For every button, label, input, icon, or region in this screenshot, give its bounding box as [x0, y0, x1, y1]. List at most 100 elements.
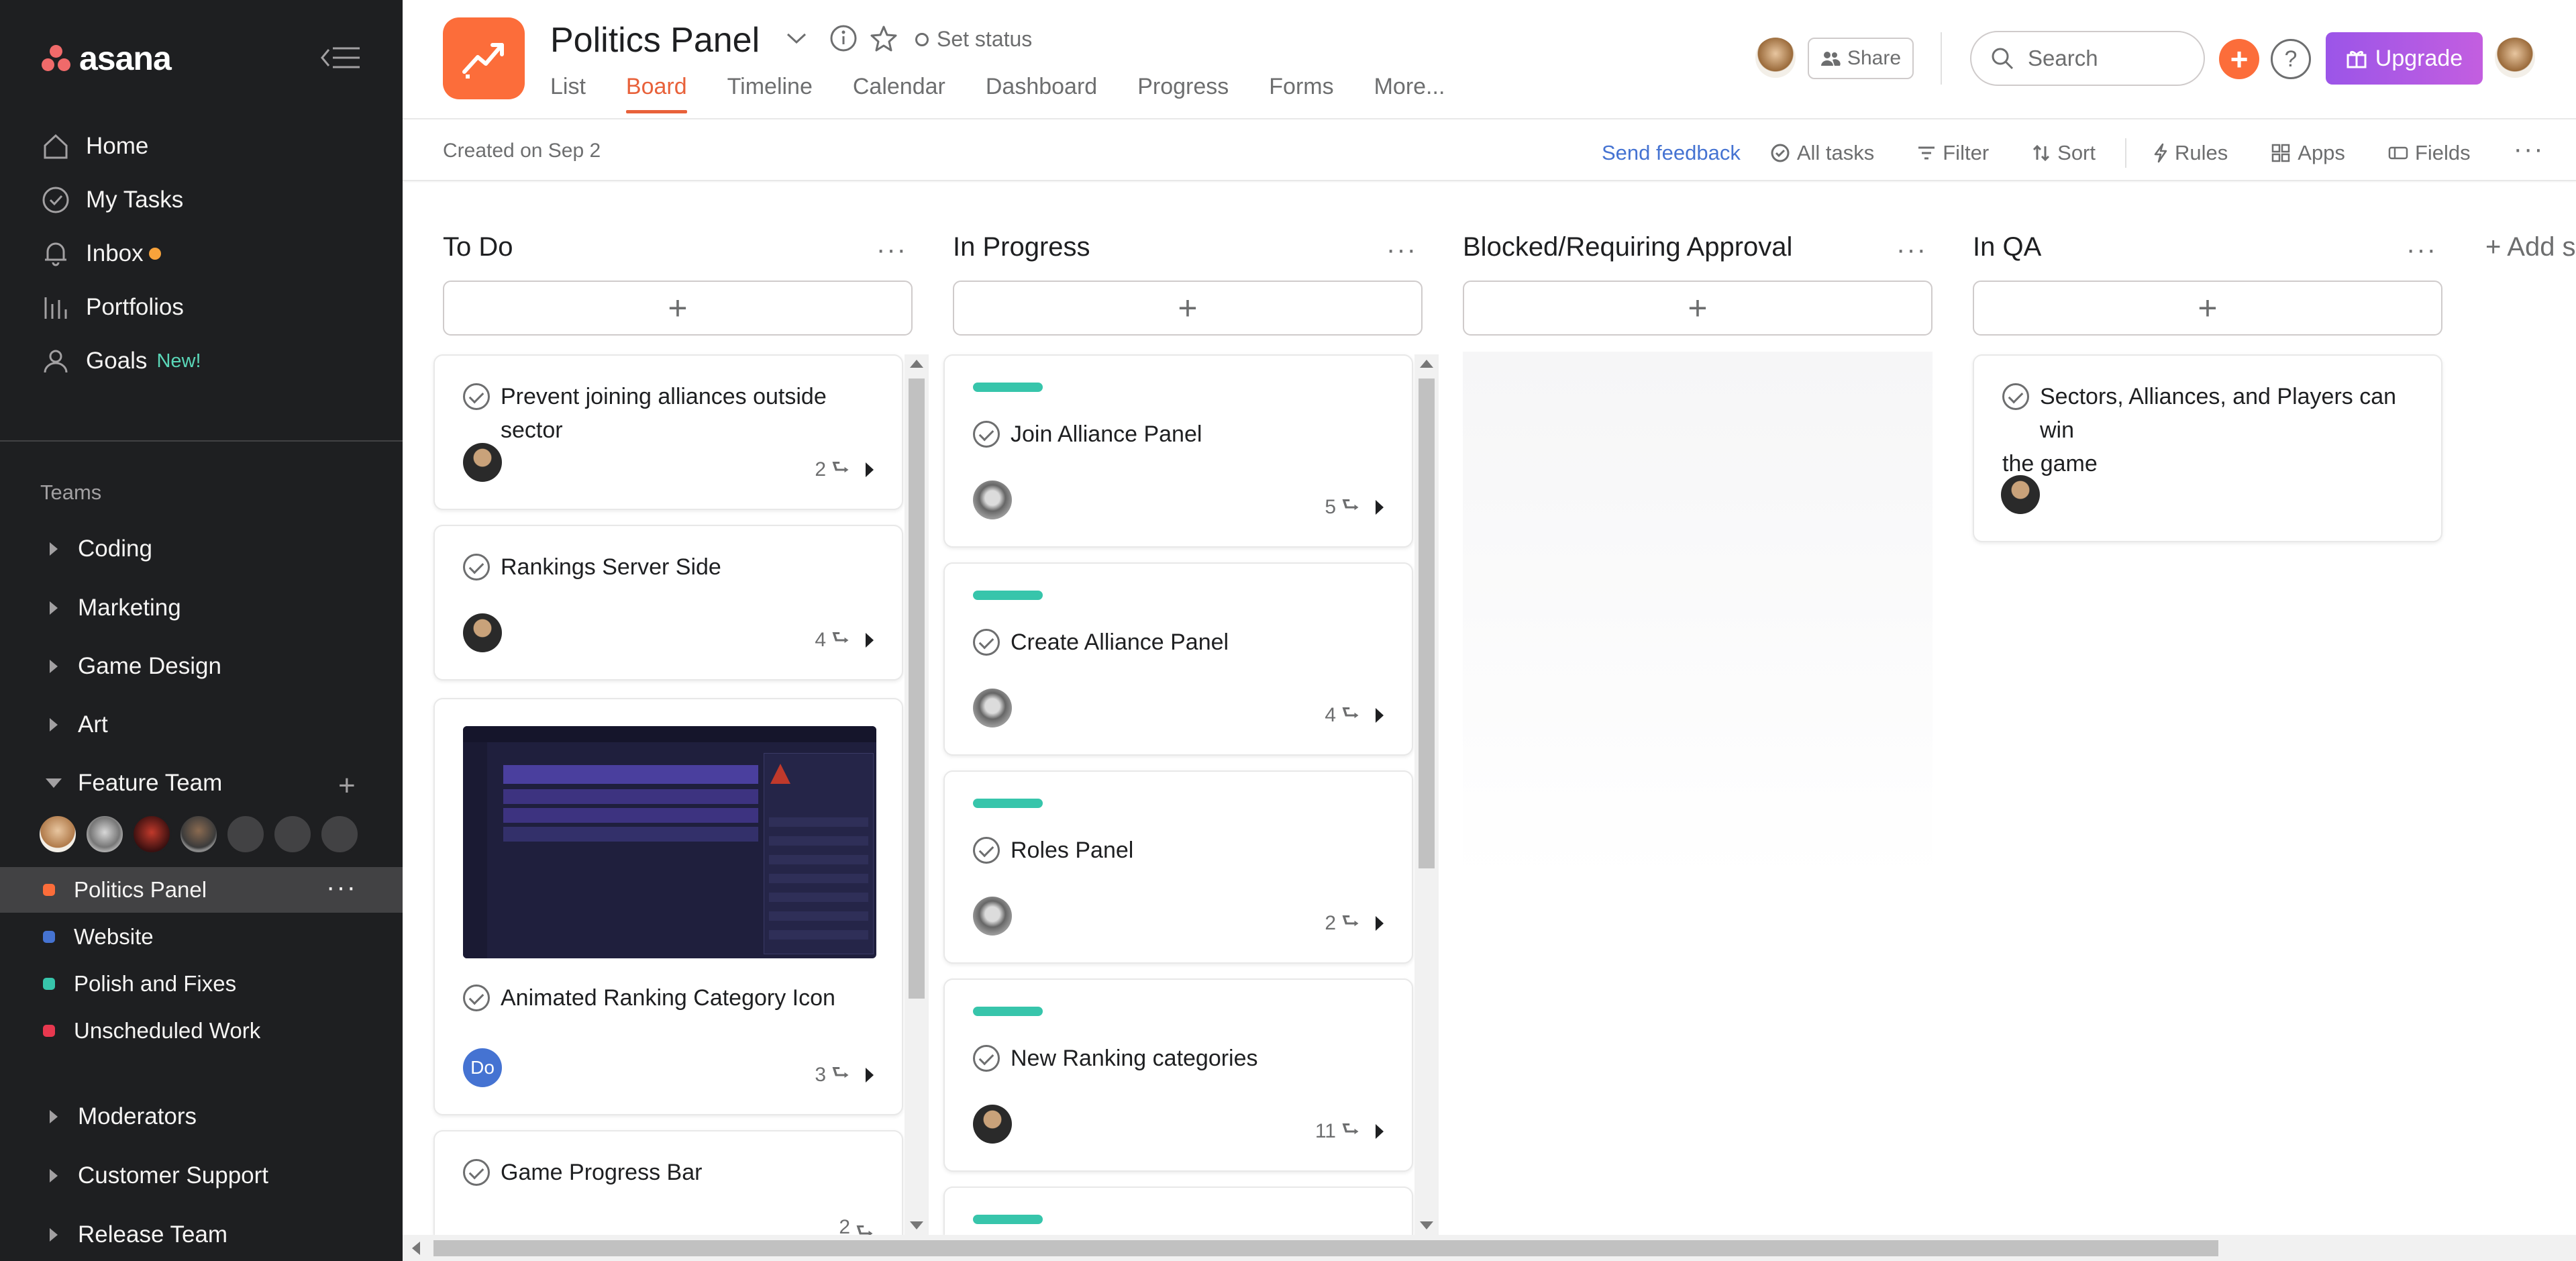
complete-check-icon[interactable] — [973, 837, 1000, 864]
project-politics-panel[interactable]: Politics Panel ··· — [0, 867, 403, 913]
project-title[interactable]: Politics Panel — [550, 20, 760, 60]
column-title[interactable]: Blocked/Requiring Approval — [1463, 232, 1792, 262]
column-scrollbar[interactable] — [1414, 354, 1439, 1235]
add-project-icon[interactable]: + — [338, 769, 356, 803]
apps-button[interactable]: Apps — [2271, 141, 2345, 165]
project-icon[interactable] — [443, 17, 525, 99]
team-coding[interactable]: Coding — [40, 532, 152, 566]
send-feedback-link[interactable]: Send feedback — [1602, 141, 1741, 165]
scrollbar-thumb[interactable] — [1419, 379, 1435, 868]
team-feature-team[interactable]: Feature Team — [40, 766, 222, 801]
add-task-button[interactable]: + — [1973, 281, 2442, 336]
complete-check-icon[interactable] — [463, 383, 490, 410]
tab-list[interactable]: List — [550, 74, 586, 113]
subtask-count[interactable]: 11 ⮑ — [1315, 1114, 1384, 1148]
subtask-count[interactable]: 2 ⮑ — [839, 1216, 874, 1236]
subtask-count[interactable]: 2 ⮑ — [815, 452, 874, 487]
assignee-avatar[interactable] — [973, 689, 1012, 727]
chevron-down-icon[interactable] — [781, 23, 812, 54]
team-moderators[interactable]: Moderators — [40, 1099, 197, 1134]
complete-check-icon[interactable] — [2002, 383, 2029, 410]
member-avatar[interactable] — [178, 814, 219, 854]
team-members[interactable] — [38, 814, 360, 854]
assignee-avatar[interactable] — [973, 897, 1012, 936]
board-horizontal-scrollbar[interactable] — [403, 1235, 2576, 1261]
tab-dashboard[interactable]: Dashboard — [986, 74, 1097, 113]
task-card[interactable]: New Ranking categories 11 ⮑ — [943, 978, 1413, 1172]
member-placeholder[interactable] — [319, 814, 360, 854]
expand-subtasks-icon[interactable] — [866, 462, 874, 477]
assignee-avatar[interactable] — [2001, 475, 2040, 514]
collapse-sidebar-icon[interactable] — [319, 44, 361, 71]
subtask-count[interactable]: 2 ⮑ — [1325, 906, 1384, 940]
task-card[interactable]: Join Alliance Panel 5 ⮑ — [943, 354, 1413, 548]
team-game-design[interactable]: Game Design — [40, 649, 221, 684]
complete-check-icon[interactable] — [973, 1045, 1000, 1072]
assignee-avatar[interactable] — [973, 481, 1012, 519]
complete-check-icon[interactable] — [463, 985, 490, 1011]
nav-home[interactable]: Home — [40, 128, 148, 165]
more-actions-icon[interactable]: ··· — [2514, 134, 2544, 164]
scroll-up-icon[interactable] — [1420, 360, 1433, 368]
column-title[interactable]: To Do — [443, 232, 513, 262]
project-more-icon[interactable]: ··· — [326, 872, 357, 903]
task-card[interactable]: Rankings Server Side 4 ⮑ — [433, 525, 903, 680]
team-art[interactable]: Art — [40, 707, 108, 742]
column-more-icon[interactable]: ··· — [876, 235, 907, 265]
task-card[interactable]: Roles Panel 2 ⮑ — [943, 770, 1413, 964]
add-section-button[interactable]: + Add s — [2485, 232, 2576, 262]
expand-subtasks-icon[interactable] — [866, 632, 874, 648]
set-status-button[interactable]: Set status — [915, 27, 1032, 52]
task-card[interactable] — [943, 1187, 1413, 1235]
member-avatar[interactable] — [132, 814, 172, 854]
team-customer-support[interactable]: Customer Support — [40, 1158, 268, 1193]
subtask-count[interactable]: 4 ⮑ — [815, 623, 874, 657]
star-icon[interactable] — [868, 23, 899, 54]
info-icon[interactable] — [828, 23, 859, 54]
member-placeholder[interactable] — [272, 814, 313, 854]
nav-my-tasks[interactable]: My Tasks — [40, 181, 183, 219]
project-owner-avatar[interactable] — [1755, 38, 1796, 78]
search-input[interactable]: Search — [1970, 31, 2205, 86]
scrollbar-thumb[interactable] — [909, 379, 925, 999]
scroll-up-icon[interactable] — [910, 360, 923, 368]
expand-subtasks-icon[interactable] — [866, 1067, 874, 1082]
subtask-count[interactable]: 5 ⮑ — [1325, 490, 1384, 524]
tab-forms[interactable]: Forms — [1269, 74, 1333, 113]
fields-button[interactable]: Fields — [2388, 141, 2471, 165]
tab-more[interactable]: More... — [1374, 74, 1445, 113]
task-card[interactable]: Sectors, Alliances, and Players can win … — [1973, 354, 2442, 542]
tab-timeline[interactable]: Timeline — [727, 74, 813, 113]
column-more-icon[interactable]: ··· — [1896, 235, 1927, 265]
task-card[interactable]: Create Alliance Panel 4 ⮑ — [943, 562, 1413, 756]
nav-goals[interactable]: Goals New! — [40, 342, 201, 380]
add-task-button[interactable]: + — [1463, 281, 1933, 336]
complete-check-icon[interactable] — [973, 629, 1000, 656]
help-button[interactable]: ? — [2271, 39, 2311, 79]
scroll-down-icon[interactable] — [910, 1221, 923, 1229]
column-title[interactable]: In QA — [1973, 232, 2041, 262]
member-avatar[interactable] — [85, 814, 125, 854]
member-avatar[interactable] — [38, 814, 78, 854]
project-polish-and-fixes[interactable]: Polish and Fixes — [0, 961, 403, 1007]
upgrade-button[interactable]: Upgrade — [2326, 32, 2483, 85]
team-marketing[interactable]: Marketing — [40, 591, 181, 625]
assignee-avatar[interactable] — [463, 613, 502, 652]
subtask-count[interactable]: 4 ⮑ — [1325, 698, 1384, 732]
task-card[interactable]: Prevent joining alliances outside sector… — [433, 354, 903, 510]
share-button[interactable]: Share — [1808, 38, 1914, 79]
tab-board[interactable]: Board — [625, 74, 687, 113]
column-more-icon[interactable]: ··· — [2406, 235, 2437, 265]
team-release-team[interactable]: Release Team — [40, 1217, 227, 1252]
assignee-avatar[interactable] — [463, 443, 502, 482]
add-task-button[interactable]: + — [953, 281, 1423, 336]
column-more-icon[interactable]: ··· — [1386, 235, 1417, 265]
complete-check-icon[interactable] — [973, 421, 1000, 448]
task-card[interactable]: Game Progress Bar 2 ⮑ — [433, 1130, 903, 1236]
expand-subtasks-icon[interactable] — [1376, 707, 1384, 723]
assignee-avatar[interactable] — [973, 1105, 1012, 1144]
scroll-down-icon[interactable] — [1420, 1221, 1433, 1229]
project-unscheduled-work[interactable]: Unscheduled Work — [0, 1008, 403, 1054]
all-tasks-button[interactable]: All tasks — [1770, 141, 1874, 165]
user-avatar[interactable] — [2495, 38, 2535, 78]
